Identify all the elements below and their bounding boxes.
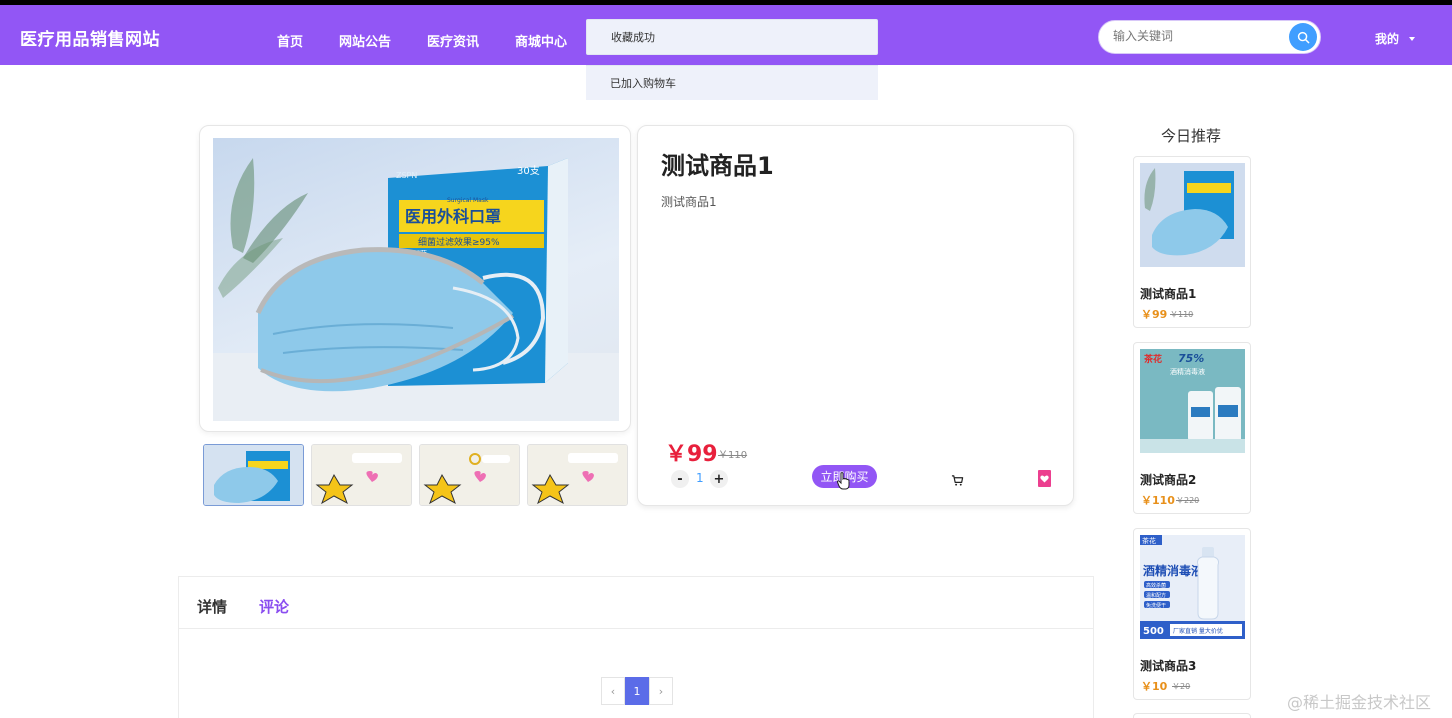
recommend-title: 今日推荐 [1161,127,1222,145]
recommend-item-old-price: ￥110 [1170,310,1194,319]
thumbnail-image [312,445,411,505]
thumbnail-image [204,445,303,505]
thumbnail-image [420,445,519,505]
nav-item-home[interactable]: 首页 [277,31,303,50]
image-volume-text: 500 [1143,626,1164,637]
nav-item-medical-news[interactable]: 医疗资讯 [427,31,479,50]
image-percent-text: 75% [1178,352,1204,365]
image-tag-text: 免洗便干 [1146,602,1166,609]
search-input[interactable] [1113,29,1278,43]
image-title-text: 酒精消毒液 [1143,563,1203,578]
hand-cursor-icon [836,472,851,494]
recommend-item-price: ￥99 [1141,308,1168,321]
box-brand-label: ZSPN [396,171,417,180]
box-title-label: 医用外科口罩 [405,207,501,226]
thumbnail-2[interactable] [311,444,412,506]
shopping-cart-icon [951,475,964,486]
search-button[interactable] [1289,23,1317,51]
recommend-item-4[interactable] [1133,713,1251,718]
recommend-item-name: 测试商品1 [1140,287,1197,301]
thumbnail-image [528,445,627,505]
recommend-item-name: 测试商品2 [1140,473,1197,487]
recommend-item-2[interactable]: 茶花 75% 酒精消毒液 测试商品2 ￥110 ￥220 [1133,342,1251,514]
product-price: ￥99 [665,442,718,467]
heart-icon [1040,475,1049,483]
search-box [1098,20,1321,54]
recommend-item-image [1140,163,1245,267]
recommend-item-image: 茶花 酒精消毒液 高效杀菌 温和配方 免洗便干 500 厂家直销 量大价优 [1140,535,1245,639]
watermark: @稀土掘金技术社区 [1287,693,1432,712]
toast-favorite-success: 收藏成功 [586,19,878,55]
nav-item-mall[interactable]: 商城中心 [515,31,567,50]
add-to-cart-button[interactable] [951,472,964,491]
quantity-increase-button[interactable]: + [710,470,728,488]
thumbnail-3[interactable] [419,444,520,506]
favorite-button[interactable] [1038,470,1051,487]
nav-item-announcements[interactable]: 网站公告 [339,31,391,50]
image-tag-text: 温和配方 [1146,592,1166,599]
quantity-value[interactable]: 1 [696,471,704,485]
recommend-item-image: 茶花 75% 酒精消毒液 [1140,349,1245,453]
product-title: 测试商品1 [661,152,774,180]
box-count-label: 30支 [517,165,540,177]
recommend-item-price: ￥10 [1141,680,1168,693]
recommend-item-old-price: ￥20 [1172,682,1191,691]
image-caption-text: 酒精消毒液 [1170,367,1205,376]
detail-tabs-card: 详情 评论 ‹ 1 › [178,576,1094,718]
pagination-prev-button[interactable]: ‹ [601,677,625,705]
tab-comment[interactable]: 评论 [259,596,289,617]
box-subtitle-label: Surgical Mask [447,197,489,204]
pagination-page-1[interactable]: 1 [625,677,649,705]
product-image-card: 30支 ZSPN 医用外科口罩 Surgical Mask 细菌过滤效果≥95%… [199,125,631,432]
image-brand-text: 茶花 [1143,353,1162,365]
product-description: 测试商品1 [661,195,717,209]
recommend-item-old-price: ￥220 [1176,496,1200,505]
search-icon [1297,31,1309,43]
recommend-item-price: ￥110 [1141,494,1175,507]
image-banner-text: 厂家直销 量大价优 [1173,627,1223,635]
chevron-down-icon [1409,36,1416,41]
image-brand-text: 茶花 [1142,536,1156,545]
toast-added-to-cart: 已加入购物车 [586,65,878,100]
box-filter-label: 细菌过滤效果≥95% [418,236,500,248]
thumbnail-1[interactable] [203,444,304,506]
user-menu-label: 我的 [1375,32,1400,46]
pagination: ‹ 1 › [601,677,673,705]
recommend-item-3[interactable]: 茶花 酒精消毒液 高效杀菌 温和配方 免洗便干 500 厂家直销 量大价优 测试… [1133,528,1251,700]
tab-detail[interactable]: 详情 [197,596,227,617]
tab-divider [179,628,1093,629]
pagination-next-button[interactable]: › [649,677,673,705]
quantity-decrease-button[interactable]: - [671,470,689,488]
mask-product-illustration: 30支 ZSPN 医用外科口罩 Surgical Mask 细菌过滤效果≥95%… [213,158,619,421]
product-main-image: 30支 ZSPN 医用外科口罩 Surgical Mask 细菌过滤效果≥95%… [213,138,619,421]
recommend-item-1[interactable]: 测试商品1 ￥99 ￥110 [1133,156,1251,328]
toast-message: 已加入购物车 [610,77,676,90]
product-original-price: ￥110 [718,450,748,461]
site-brand[interactable]: 医疗用品销售网站 [20,25,160,50]
image-tag-text: 高效杀菌 [1146,582,1166,589]
product-info-card: 测试商品1 测试商品1 ￥99 ￥110 - 1 + 立即购买 [637,125,1074,506]
recommend-item-name: 测试商品3 [1140,659,1197,673]
user-menu[interactable]: 我的 [1375,30,1416,47]
thumbnail-4[interactable] [527,444,628,506]
toast-message: 收藏成功 [611,31,655,44]
